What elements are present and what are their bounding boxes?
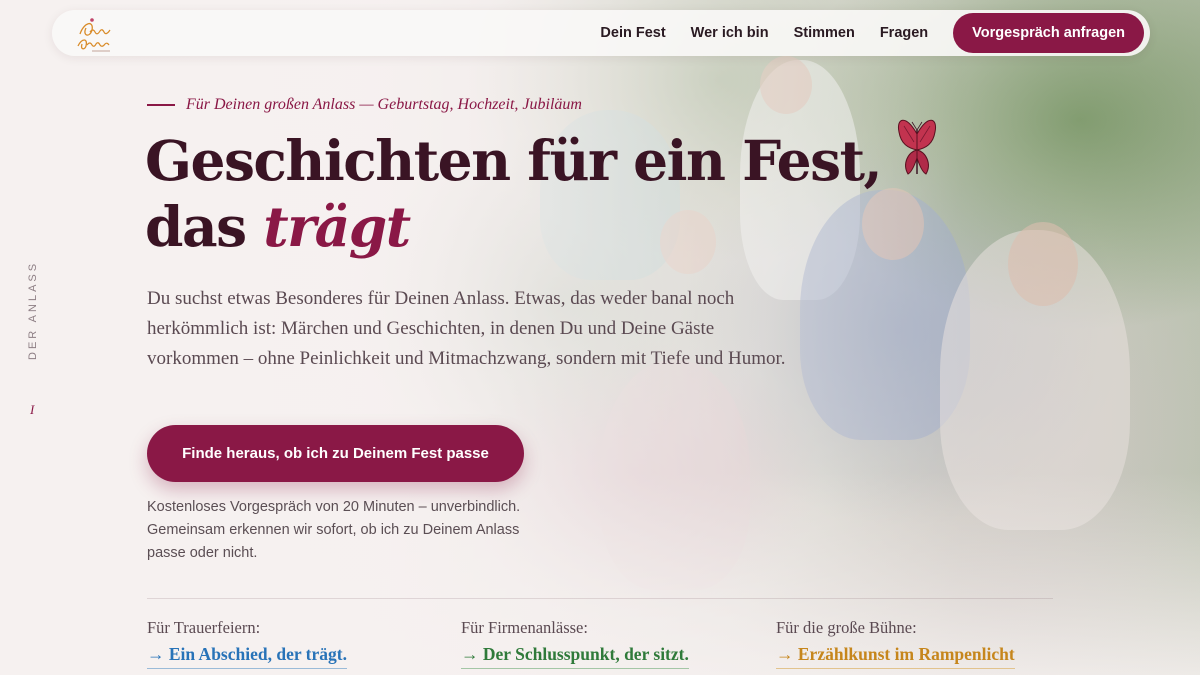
nav-link-dein-fest[interactable]: Dein Fest [600,25,665,41]
crosslink-label: Für Trauerfeiern: [147,618,261,637]
hero-eyebrow: Für Deinen großen Anlass — Geburtstag, H… [147,96,582,114]
crosslink-corporate-link[interactable]: → Der Schlusspunkt, der sitzt. [461,644,689,669]
crosslink-funerals: Für Trauerfeiern: → Ein Abschied, der tr… [147,618,347,669]
butterfly-icon [897,119,937,175]
top-navigation: Dein Fest Wer ich bin Stimmen Fragen Vor… [52,10,1150,56]
crosslink-label: Für die große Bühne: [776,618,917,637]
nav-links: Dein Fest Wer ich bin Stimmen Fragen Vor… [600,10,1150,56]
section-label: DER ANLASS [27,260,39,360]
eyebrow-text: Für Deinen großen Anlass — Geburtstag, H… [186,96,582,113]
nav-link-fragen[interactable]: Fragen [880,25,928,41]
crosslink-corporate: Für Firmenanlässe: → Der Schlusspunkt, d… [461,618,689,669]
nav-link-stimmen[interactable]: Stimmen [794,25,855,41]
section-number: I [30,402,35,417]
page-title: Geschichten für ein Fest, das trägt [145,128,905,260]
section-divider [147,598,1053,599]
crosslink-stage: Für die große Bühne: → Erzählkunst im Ra… [776,618,1015,669]
headline-line-1: Geschichten für ein Fest, [145,128,883,193]
eyebrow-rule [147,104,175,106]
hero-lead-text: Du suchst etwas Besonderes für Deinen An… [147,288,786,369]
signature-logo-icon[interactable] [70,14,118,54]
find-out-button[interactable]: Finde heraus, ob ich zu Deinem Fest pass… [147,425,524,482]
request-consultation-button[interactable]: Vorgespräch anfragen [953,13,1144,53]
consultation-note: Kostenloses Vorgespräch von 20 Minuten –… [147,499,521,561]
crosslink-label: Für Firmenanlässe: [461,618,588,637]
crosslink-funerals-link[interactable]: → Ein Abschied, der trägt. [147,644,347,669]
headline-accent-word: trägt [263,194,411,259]
crosslink-stage-link[interactable]: → Erzählkunst im Rampenlicht [776,644,1015,669]
headline-line-2: das [145,194,264,259]
nav-link-wer-ich-bin[interactable]: Wer ich bin [691,25,769,41]
